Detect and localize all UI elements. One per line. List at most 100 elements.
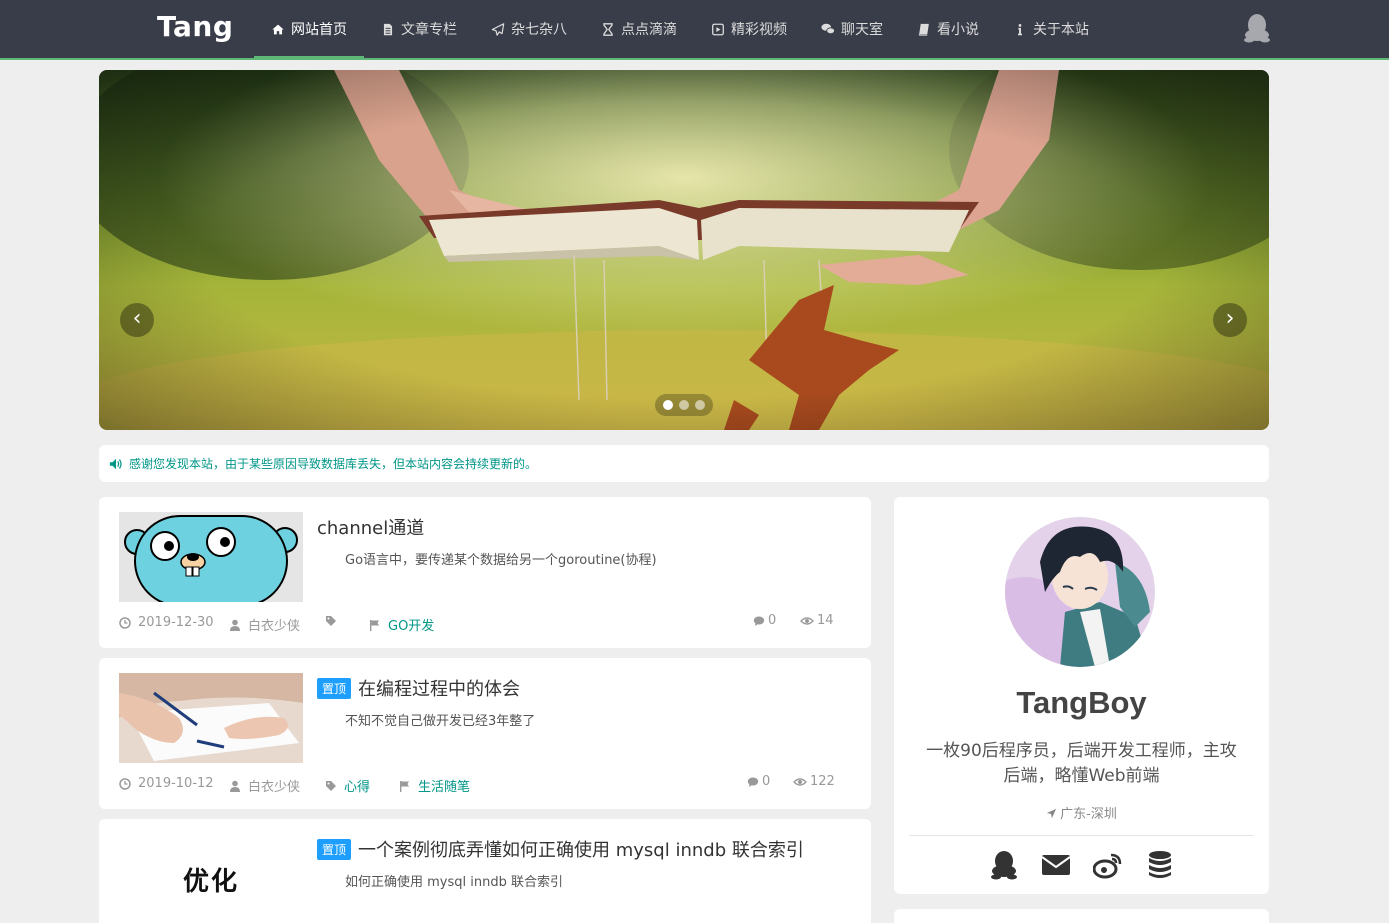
nav-item-label: 杂七杂八	[511, 22, 567, 38]
nav-item-label: 文章专栏	[401, 22, 457, 38]
article-date: 2019-10-12	[119, 776, 214, 791]
clock-icon	[119, 616, 131, 629]
article-meta: 2019-10-12 白衣少侠 心得 生活随笔 0 122	[119, 774, 835, 795]
home-icon	[272, 24, 284, 34]
flag-icon	[370, 619, 379, 631]
article-views: 122	[793, 774, 835, 789]
nav-item-about[interactable]: 关于本站	[996, 0, 1106, 58]
nav-item-chatroom[interactable]: 聊天室	[804, 0, 900, 58]
carousel-next-button[interactable]: ›	[1213, 303, 1247, 337]
user-icon	[230, 780, 240, 792]
article-category-text[interactable]: 生活随笔	[418, 776, 470, 795]
article-date: 2019-12-30	[119, 615, 214, 630]
carousel-dot-3[interactable]	[695, 400, 705, 410]
sidebar-card	[894, 909, 1269, 923]
profile-name: TangBoy	[1016, 685, 1147, 720]
article-comments: 0	[753, 613, 776, 628]
notice-bar: 感谢您发现本站，由于某些原因导致数据库丢失，但本站内容会持续更新的。	[99, 445, 1269, 482]
avatar[interactable]	[1005, 517, 1155, 667]
pinned-badge: 置顶	[317, 677, 352, 699]
nav-item-label: 精彩视频	[731, 22, 787, 38]
profile-card: TangBoy 一枚90后程序员，后端开发工程师，主攻后端，略懂Web前端 广东…	[894, 497, 1269, 894]
article-date-text: 2019-12-30	[138, 615, 214, 630]
article-author-text: 白衣少侠	[248, 619, 301, 634]
nav-item-timeline[interactable]: 点点滴滴	[584, 0, 694, 58]
article-thumbnail[interactable]: 优化	[119, 834, 303, 923]
tag-icon	[326, 780, 336, 791]
article-thumbnail[interactable]	[119, 512, 303, 602]
eye-icon	[800, 616, 814, 625]
speaker-icon	[109, 458, 122, 469]
comment-icon	[747, 777, 759, 787]
article-author: 白衣少侠	[229, 776, 300, 795]
nav-item-label: 关于本站	[1033, 22, 1089, 38]
carousel-indicators	[655, 394, 713, 416]
article-comments-count: 0	[768, 613, 777, 628]
qq-icon[interactable]	[1243, 13, 1271, 43]
nav-item-home[interactable]: 网站首页	[254, 0, 364, 60]
nav-item-label: 看小说	[937, 22, 979, 38]
carousel-dot-2[interactable]	[679, 400, 689, 410]
article-title[interactable]: channel通道	[317, 514, 424, 540]
article-meta: 2019-12-30 白衣少侠 GO开发 0 14	[119, 613, 834, 634]
nav-item-novels[interactable]: 看小说	[900, 0, 996, 58]
eye-icon	[793, 777, 807, 786]
carousel-dot-1[interactable]	[663, 400, 673, 410]
weibo-icon[interactable]	[1092, 850, 1123, 880]
nav-item-label: 点点滴滴	[621, 22, 677, 38]
social-links	[894, 850, 1269, 880]
pinned-badge: 置顶	[317, 838, 352, 860]
article-excerpt: Go语言中，要传递某个数据给另一个goroutine(协程)	[345, 553, 657, 568]
location-arrow-icon	[1047, 808, 1057, 819]
article-tag	[325, 615, 344, 627]
article-card: 优化 置顶 一个案例彻底弄懂如何正确使用 mysql inndb 联合索引 如何正…	[99, 819, 871, 923]
flag-icon	[400, 780, 409, 792]
nav-item-label: 网站首页	[291, 22, 347, 38]
top-navbar: Tang 网站首页 文章专栏 杂七杂八 点点滴滴 精彩视频 聊天室 看小说 关于…	[0, 0, 1389, 60]
article-excerpt: 不知不觉自己做开发已经3年整了	[345, 714, 536, 729]
carousel-image	[99, 70, 1269, 430]
mail-icon[interactable]	[1040, 850, 1071, 880]
nav-item-videos[interactable]: 精彩视频	[694, 0, 804, 58]
article-tag: 心得	[325, 776, 370, 795]
database-icon[interactable]	[1145, 850, 1175, 880]
article-views-count: 14	[817, 613, 834, 628]
paper-plane-icon	[491, 22, 505, 36]
article-category: 生活随笔	[399, 776, 470, 795]
hero-carousel: ‹ ›	[99, 70, 1269, 430]
article-comments: 0	[747, 774, 770, 789]
notice-text: 感谢您发现本站，由于某些原因导致数据库丢失，但本站内容会持续更新的。	[129, 457, 538, 471]
article-author-text: 白衣少侠	[248, 780, 301, 795]
article-card: channel通道 Go语言中，要传递某个数据给另一个goroutine(协程)…	[99, 497, 871, 648]
profile-bio: 一枚90后程序员，后端开发工程师，主攻后端，略懂Web前端	[926, 741, 1237, 786]
carousel-prev-button[interactable]: ‹	[120, 303, 154, 337]
info-icon	[1017, 23, 1023, 35]
article-comments-count: 0	[762, 774, 771, 789]
divider	[909, 835, 1254, 836]
main-nav: 网站首页 文章专栏 杂七杂八 点点滴滴 精彩视频 聊天室 看小说 关于本站	[254, 0, 1106, 60]
article-title[interactable]: 置顶 一个案例彻底弄懂如何正确使用 mysql inndb 联合索引	[317, 836, 804, 862]
qq-icon[interactable]	[989, 850, 1019, 880]
article-author: 白衣少侠	[229, 615, 300, 634]
chat-bubbles-icon	[821, 23, 835, 35]
profile-location: 广东-深圳	[894, 803, 1269, 822]
article-card: 置顶 在编程过程中的体会 不知不觉自己做开发已经3年整了 2019-10-12 白…	[99, 658, 871, 809]
article-tag-text[interactable]: 心得	[344, 776, 370, 795]
article-date-text: 2019-10-12	[138, 776, 214, 791]
profile-location-text: 广东-深圳	[1060, 807, 1117, 822]
article-category-text[interactable]: GO开发	[388, 615, 434, 634]
article-thumbnail[interactable]	[119, 673, 303, 763]
article-category: GO开发	[369, 615, 434, 634]
article-views: 14	[800, 613, 834, 628]
nav-item-misc[interactable]: 杂七杂八	[474, 0, 584, 58]
clock-icon	[119, 777, 131, 790]
nav-item-articles[interactable]: 文章专栏	[364, 0, 474, 58]
article-excerpt: 如何正确使用 mysql inndb 联合索引	[345, 875, 563, 890]
document-icon	[383, 23, 393, 35]
hourglass-icon	[603, 22, 613, 36]
article-title[interactable]: 置顶 在编程过程中的体会	[317, 675, 520, 701]
book-icon	[918, 23, 929, 36]
site-logo[interactable]: Tang	[157, 10, 233, 43]
user-icon	[230, 619, 240, 631]
tag-icon	[326, 616, 336, 626]
